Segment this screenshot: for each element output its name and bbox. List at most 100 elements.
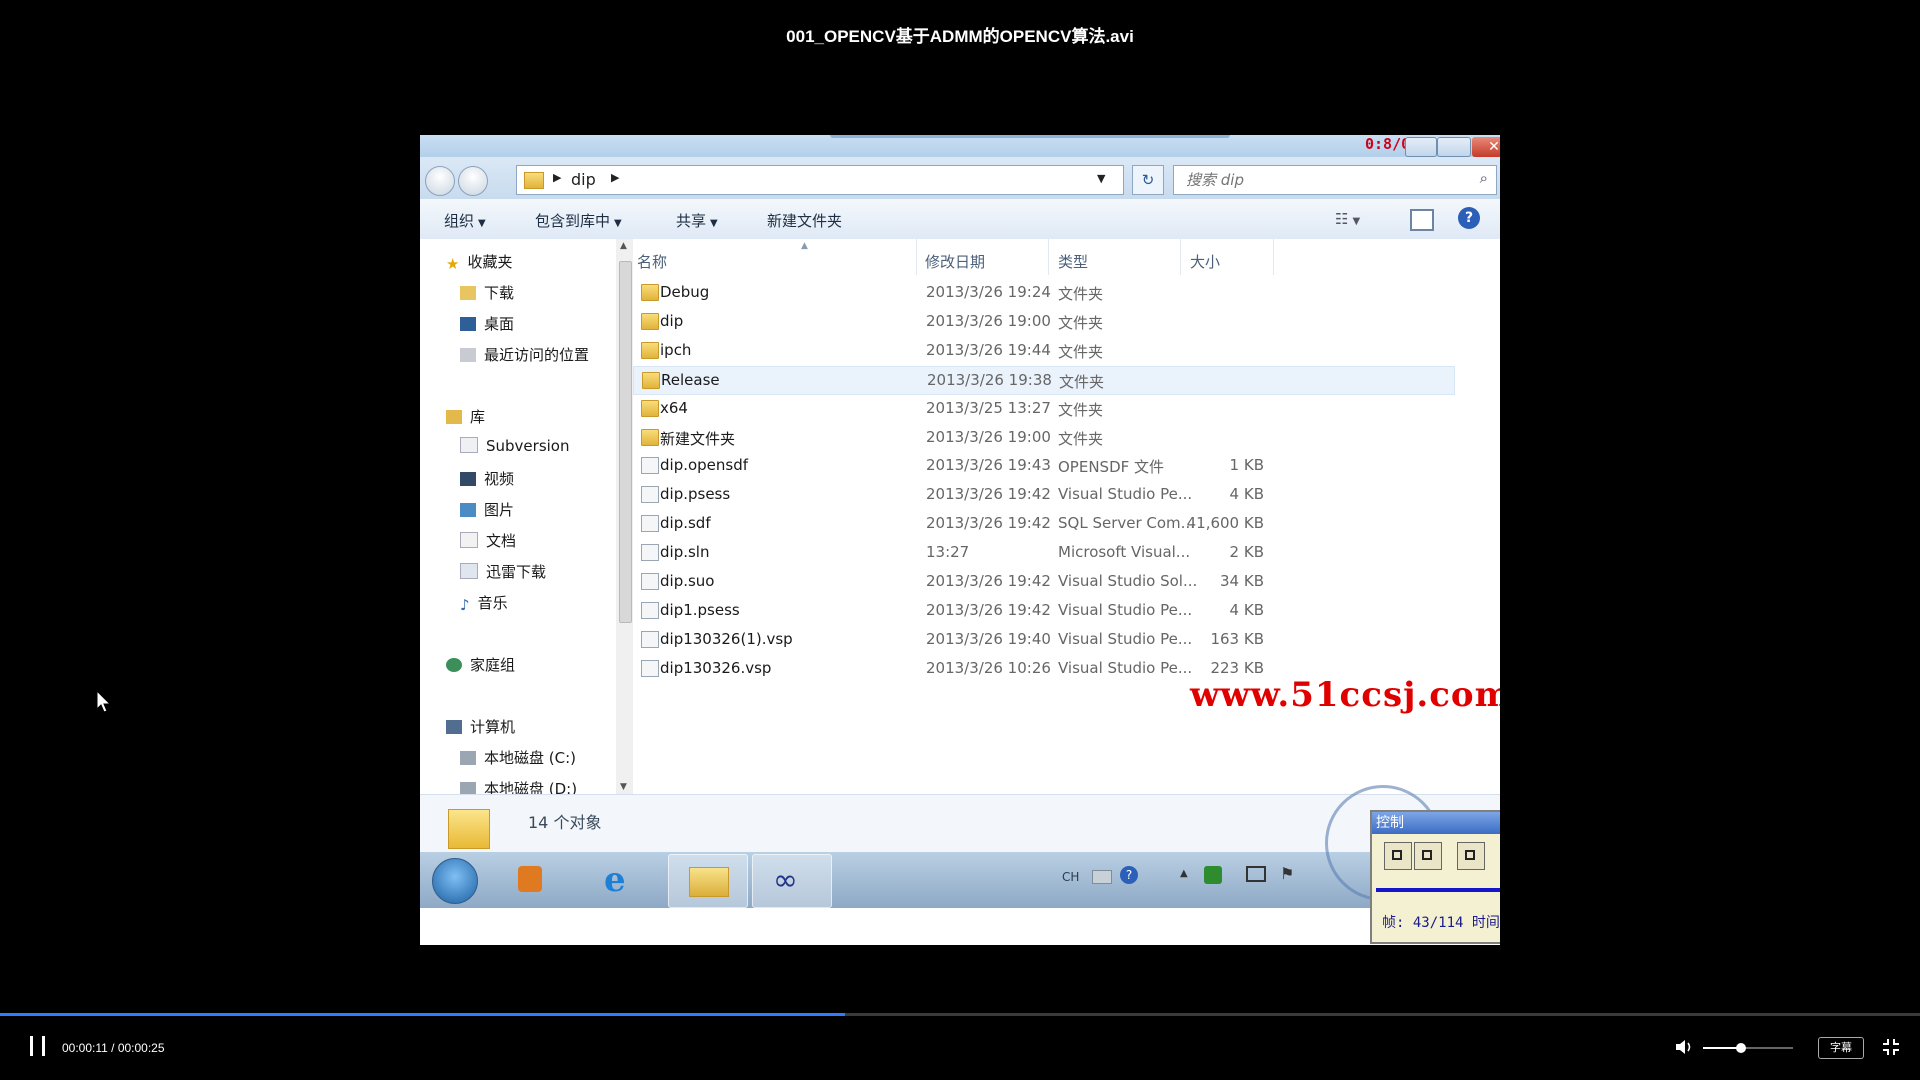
navigation-scrollbar[interactable]: ▲ ▼ bbox=[616, 239, 633, 794]
downloads-icon bbox=[460, 286, 476, 300]
nav-drive-c[interactable]: 本地磁盘 (C:) bbox=[460, 747, 576, 768]
help-icon[interactable]: ? bbox=[1120, 866, 1138, 884]
file-row[interactable]: dip.suo 2013/3/26 19:42 Visual Studio Sol.… bbox=[633, 568, 1453, 595]
scroll-down-icon[interactable]: ▼ bbox=[620, 782, 627, 792]
nav-homegroup[interactable]: 家庭组 bbox=[446, 654, 515, 675]
close-button[interactable]: ✕ bbox=[1472, 137, 1500, 157]
nav-libraries[interactable]: 库 bbox=[446, 406, 485, 427]
file-row[interactable]: dip.sln 13:27 Microsoft Visual... 2 KB bbox=[633, 539, 1453, 566]
file-name: 新建文件夹 bbox=[660, 429, 736, 448]
playback-progress-bar[interactable] bbox=[0, 1013, 1920, 1016]
file-icon bbox=[641, 486, 659, 504]
picture-icon bbox=[460, 503, 476, 517]
address-dropdown-icon[interactable]: ▼ bbox=[1097, 172, 1105, 185]
nav-label: 文档 bbox=[486, 532, 517, 550]
windows-start-button[interactable] bbox=[432, 858, 478, 904]
back-button[interactable] bbox=[425, 166, 455, 196]
step-forward-button[interactable] bbox=[1457, 842, 1485, 870]
file-row[interactable]: Release 2013/3/26 19:38 文件夹 bbox=[633, 365, 1455, 395]
maximize-button[interactable] bbox=[1437, 137, 1471, 157]
help-icon[interactable]: ? bbox=[1458, 207, 1480, 229]
star-icon: ★ bbox=[446, 255, 460, 273]
flag-icon[interactable]: ⚑ bbox=[1280, 864, 1294, 883]
video-frame[interactable]: 0:8/0:22 ✕ ▶ dip ▶ ▼ ↻ ⌕ 组织▼ 包含到库中▼ 共享▼ … bbox=[420, 135, 1500, 945]
refresh-button[interactable]: ↻ bbox=[1132, 165, 1164, 195]
nav-label: 本地磁盘 (C:) bbox=[484, 749, 576, 767]
tray-expand-icon[interactable]: ▲ bbox=[1180, 868, 1188, 879]
file-row[interactable]: 新建文件夹 2013/3/26 19:00 文件夹 bbox=[633, 424, 1453, 451]
nav-subversion[interactable]: Subversion bbox=[460, 437, 570, 455]
share-menu[interactable]: 共享 ▼ bbox=[676, 210, 718, 231]
file-row[interactable]: dip1.psess 2013/3/26 19:42 Visual Studio P… bbox=[633, 597, 1453, 624]
pause-button[interactable] bbox=[28, 1036, 48, 1058]
column-header-size[interactable]: 大小 bbox=[1190, 251, 1220, 272]
object-count: 14 个对象 bbox=[528, 813, 602, 832]
stop-button[interactable] bbox=[1414, 842, 1442, 870]
file-type: 文件夹 bbox=[1059, 372, 1105, 391]
file-date: 2013/3/26 10:26 bbox=[926, 658, 1051, 677]
column-divider[interactable] bbox=[916, 239, 917, 275]
navigation-bar: ▶ dip ▶ ▼ ↻ ⌕ bbox=[420, 157, 1500, 199]
file-row[interactable]: dip.sdf 2013/3/26 19:42 SQL Server Com... 4… bbox=[633, 510, 1453, 537]
media-player-taskbar-button[interactable] bbox=[492, 854, 570, 906]
search-icon[interactable]: ⌕ bbox=[1480, 169, 1488, 187]
nav-label: 迅雷下载 bbox=[486, 563, 547, 581]
file-row[interactable]: ipch 2013/3/26 19:44 文件夹 bbox=[633, 337, 1453, 364]
internet-explorer-taskbar-button[interactable]: e bbox=[582, 854, 660, 906]
window-titlebar: 0:8/0:22 ✕ bbox=[420, 135, 1500, 157]
nav-videos[interactable]: 视频 bbox=[460, 468, 514, 489]
file-row[interactable]: dip.psess 2013/3/26 19:42 Visual Studio Pe… bbox=[633, 481, 1453, 508]
file-row[interactable]: dip.opensdf 2013/3/26 19:43 OPENSDF 文件 1 KB bbox=[633, 452, 1453, 479]
nav-thunder-downloads[interactable]: 迅雷下载 bbox=[460, 561, 546, 582]
exit-fullscreen-icon[interactable] bbox=[1882, 1038, 1900, 1056]
app-taskbar-button[interactable]: ∞ bbox=[752, 854, 832, 908]
column-divider[interactable] bbox=[1048, 239, 1049, 275]
file-date: 2013/3/26 19:40 bbox=[926, 629, 1051, 648]
volume-icon[interactable] bbox=[1674, 1038, 1694, 1056]
organize-menu[interactable]: 组织 ▼ bbox=[444, 210, 486, 231]
nav-recent[interactable]: 最近访问的位置 bbox=[460, 344, 589, 365]
network-icon[interactable] bbox=[1204, 866, 1222, 884]
preview-pane-button[interactable] bbox=[1410, 209, 1434, 231]
control-panel-seek-track[interactable] bbox=[1376, 888, 1500, 892]
column-divider[interactable] bbox=[1180, 239, 1181, 275]
new-folder-button[interactable]: 新建文件夹 bbox=[767, 210, 842, 231]
search-box[interactable]: ⌕ bbox=[1173, 165, 1497, 195]
column-header-type[interactable]: 类型 bbox=[1058, 251, 1088, 272]
file-row[interactable]: dip130326(1).vsp 2013/3/26 19:40 Visual St… bbox=[633, 626, 1453, 653]
search-input[interactable] bbox=[1184, 170, 1468, 190]
explorer-taskbar-button[interactable] bbox=[668, 854, 748, 908]
nav-documents[interactable]: 文档 bbox=[460, 530, 516, 551]
file-row[interactable]: dip 2013/3/26 19:00 文件夹 bbox=[633, 308, 1453, 335]
keyboard-icon[interactable] bbox=[1092, 870, 1112, 884]
input-language-indicator[interactable]: CH bbox=[1062, 870, 1079, 884]
subtitle-button[interactable]: 字幕 bbox=[1818, 1037, 1864, 1059]
file-row[interactable]: x64 2013/3/25 13:27 文件夹 bbox=[633, 395, 1453, 422]
nav-label: 收藏夹 bbox=[467, 253, 513, 271]
file-name: dip.psess bbox=[660, 485, 731, 504]
monitor-icon[interactable] bbox=[1246, 866, 1266, 882]
nav-downloads[interactable]: 下载 bbox=[460, 282, 514, 303]
minimize-button[interactable] bbox=[1405, 137, 1437, 157]
volume-knob[interactable] bbox=[1735, 1043, 1746, 1053]
column-header-date[interactable]: 修改日期 bbox=[925, 251, 985, 272]
nav-computer[interactable]: 计算机 bbox=[446, 716, 515, 737]
file-row[interactable]: Debug 2013/3/26 19:24 文件夹 bbox=[633, 279, 1453, 306]
column-header-name[interactable]: 名称 bbox=[637, 251, 667, 272]
nav-music[interactable]: ♪ 音乐 bbox=[460, 592, 508, 614]
include-library-menu[interactable]: 包含到库中 ▼ bbox=[535, 210, 622, 231]
breadcrumb-dip[interactable]: dip bbox=[571, 170, 596, 189]
nav-favorites[interactable]: ★ 收藏夹 bbox=[446, 251, 513, 273]
explorer-folder-icon bbox=[689, 867, 729, 897]
address-bar[interactable]: ▶ dip ▶ ▼ bbox=[516, 165, 1124, 195]
view-options-button[interactable]: ☷ ▼ bbox=[1335, 210, 1360, 228]
forward-button[interactable] bbox=[458, 166, 488, 196]
volume-slider[interactable] bbox=[1703, 1043, 1793, 1053]
nav-desktop[interactable]: 桌面 bbox=[460, 313, 514, 334]
scroll-up-icon[interactable]: ▲ bbox=[620, 241, 627, 251]
step-back-button[interactable] bbox=[1384, 842, 1412, 870]
scrollbar-thumb[interactable] bbox=[619, 261, 632, 623]
column-divider[interactable] bbox=[1273, 239, 1274, 275]
nav-pictures[interactable]: 图片 bbox=[460, 499, 514, 520]
file-name: dip130326.vsp bbox=[660, 658, 772, 677]
